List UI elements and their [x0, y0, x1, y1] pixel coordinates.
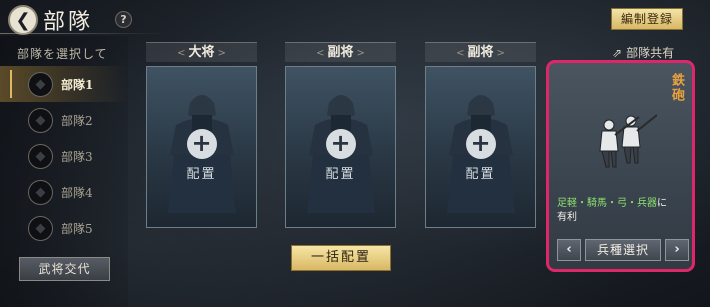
header-divider: [0, 33, 165, 34]
unit-emblem-icon: ◆: [28, 215, 53, 241]
place-label: 配置: [465, 167, 496, 182]
chevron-right-icon: ›: [674, 242, 680, 257]
slot-role-label: 副将: [327, 45, 354, 60]
advantage-targets: 足軽・騎馬・弓・兵器: [557, 198, 657, 209]
unit-item-2[interactable]: ◆ 部隊2: [0, 102, 128, 138]
select-unit-label: 部隊を選択して: [17, 47, 108, 61]
advantage-suffix: に: [657, 198, 667, 209]
troop-type-label: 鉄砲: [669, 73, 684, 103]
place-label: 配置: [325, 167, 356, 182]
unit-item-label: 部隊1: [61, 77, 94, 92]
troop-panel: 鉄砲 足軽・騎馬・弓・兵器に 有利 ‹ 兵種選択 ›: [546, 60, 695, 272]
back-arrow-icon: ❮: [15, 9, 31, 31]
unit-list: ◆ 部隊1 ◆ 部隊2 ◆ 部隊3 ◆ 部隊4 ◆ 部隊5: [0, 66, 128, 246]
unit-item-label: 部隊5: [61, 221, 93, 236]
unit-item-label: 部隊2: [61, 113, 93, 128]
slot-card-commander[interactable]: + 配置: [146, 66, 257, 228]
next-troop-button[interactable]: ›: [665, 239, 689, 261]
add-general-icon[interactable]: +: [186, 129, 217, 159]
slot-header-vice-1: < 副将 >: [285, 42, 396, 62]
register-formation-button[interactable]: 編制登録: [611, 8, 683, 30]
unit-item-label: 部隊3: [61, 149, 93, 164]
share-icon: ⇗: [612, 45, 623, 60]
unit-item-5[interactable]: ◆ 部隊5: [0, 210, 128, 246]
slot-card-vice-2[interactable]: + 配置: [425, 66, 536, 228]
slot-header-vice-2: < 副将 >: [425, 42, 536, 62]
slot-role-label: 大将: [188, 45, 215, 60]
page-title: 部隊: [43, 10, 94, 35]
add-general-icon[interactable]: +: [465, 129, 496, 159]
place-label: 配置: [186, 167, 217, 182]
unit-emblem-icon: ◆: [28, 143, 53, 169]
bulk-place-button[interactable]: 一括配置: [291, 245, 391, 271]
troop-controls: ‹ 兵種選択 ›: [557, 239, 689, 261]
share-unit-label: 部隊共有: [626, 46, 675, 60]
unit-item-4[interactable]: ◆ 部隊4: [0, 174, 128, 210]
unit-item-3[interactable]: ◆ 部隊3: [0, 138, 128, 174]
unit-item-label: 部隊4: [61, 185, 93, 200]
unit-emblem-icon: ◆: [28, 71, 53, 97]
help-icon[interactable]: ?: [115, 11, 132, 28]
back-button[interactable]: ❮: [8, 5, 38, 35]
chevron-left-icon: ‹: [566, 242, 572, 257]
share-unit-button[interactable]: ⇗ 部隊共有: [612, 44, 674, 61]
swap-general-button[interactable]: 武将交代: [19, 257, 110, 281]
unit-emblem-icon: ◆: [28, 179, 53, 205]
select-troop-type-button[interactable]: 兵種選択: [585, 239, 661, 261]
slot-role-label: 副将: [467, 45, 494, 60]
unit-emblem-icon: ◆: [28, 107, 53, 133]
gunner-soldiers-icon: [599, 114, 657, 168]
add-general-icon[interactable]: +: [325, 129, 356, 159]
advantage-result: 有利: [557, 212, 577, 223]
troop-advantage-text: 足軽・騎馬・弓・兵器に 有利: [557, 197, 689, 225]
slot-card-vice-1[interactable]: + 配置: [285, 66, 396, 228]
prev-troop-button[interactable]: ‹: [557, 239, 581, 261]
unit-item-1[interactable]: ◆ 部隊1: [0, 66, 128, 102]
slot-header-commander: < 大将 >: [146, 42, 257, 62]
